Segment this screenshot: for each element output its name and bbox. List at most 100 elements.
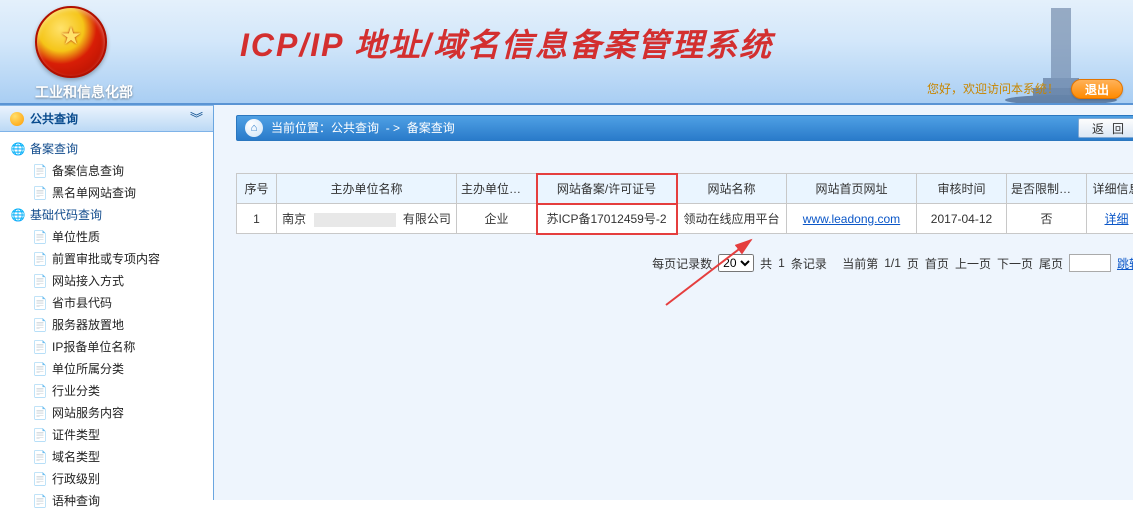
tree-item-label: IP报备单位名称: [52, 336, 135, 358]
tree-item-label: 前置审批或专项内容: [52, 248, 160, 270]
page-icon: 📄: [32, 424, 48, 446]
th-sponsor-type: 主办单位性质: [457, 174, 537, 204]
next-page-link[interactable]: 下一页: [997, 255, 1033, 272]
page-icon: 📄: [32, 468, 48, 490]
breadcrumb-bar: ⌂ 当前位置： 公共查询 - > 备案查询 返回: [236, 115, 1133, 141]
th-detail: 详细信息: [1087, 174, 1133, 204]
sidebar-section-title: 公共查询: [30, 106, 78, 132]
page-icon: 📄: [32, 226, 48, 248]
sidebar-section-header[interactable]: 公共查询 ︾: [0, 106, 213, 132]
per-page-select[interactable]: 20: [718, 254, 754, 272]
national-emblem-icon: [35, 6, 107, 78]
th-review-time: 审核时间: [917, 174, 1007, 204]
th-sponsor: 主办单位名称: [277, 174, 457, 204]
globe-icon: 🌐: [10, 138, 26, 160]
sidebar-tree: 🌐 备案查询 📄 备案信息查询 📄 黑名单网站查询 🌐 基础代码查询 📄单位性质…: [0, 132, 213, 522]
tree-item-label: 服务器放置地: [52, 314, 124, 336]
tree-item-label: 网站服务内容: [52, 402, 124, 424]
th-seq: 序号: [237, 174, 277, 204]
th-site-url: 网站首页网址: [787, 174, 917, 204]
tree-item-blacklist-query[interactable]: 📄 黑名单网站查询: [10, 182, 209, 204]
cell-sponsor-suffix: 有限公司: [403, 212, 451, 226]
page-prefix: 当前第: [842, 255, 878, 272]
jump-link[interactable]: 跳转: [1117, 255, 1133, 272]
breadcrumb-part1: 公共查询: [331, 115, 379, 141]
th-license: 网站备案/许可证号: [537, 174, 677, 204]
tree-item-service-content[interactable]: 📄网站服务内容: [10, 402, 209, 424]
tree-item-label: 行政级别: [52, 468, 100, 490]
tree-group-basic-code-query[interactable]: 🌐 基础代码查询: [10, 204, 209, 226]
tree-item-cert-type[interactable]: 📄证件类型: [10, 424, 209, 446]
page-icon: 📄: [32, 270, 48, 292]
results-table-wrap: 序号 主办单位名称 主办单位性质 网站备案/许可证号 网站名称 网站首页网址 审…: [236, 173, 1133, 234]
page-header: 工业和信息化部 ICP/IP 地址/域名信息备案管理系统 您好，欢迎访问本系统！…: [0, 0, 1133, 105]
cell-sponsor: 南京 有限公司: [277, 204, 457, 234]
total-count: 1: [778, 256, 785, 270]
home-icon[interactable]: ⌂: [245, 119, 263, 137]
page-icon: 📄: [32, 358, 48, 380]
cell-site-name: 领动在线应用平台: [677, 204, 787, 234]
total-prefix: 共: [760, 255, 772, 272]
page-icon: 📄: [32, 314, 48, 336]
pagination-bar: 每页记录数 20 共 1 条记录 当前第 1/1 页 首页 上一页 下一页 尾页…: [236, 250, 1133, 276]
th-site-name: 网站名称: [677, 174, 787, 204]
tree-group-label: 备案查询: [30, 138, 78, 160]
prev-page-link[interactable]: 上一页: [955, 255, 991, 272]
ministry-label: 工业和信息化部: [35, 82, 133, 102]
cell-limited: 否: [1007, 204, 1087, 234]
cell-sponsor-prefix: 南京: [282, 212, 306, 226]
tree-item-label: 域名类型: [52, 446, 100, 468]
page-suffix: 页: [907, 255, 919, 272]
breadcrumb-prefix: 当前位置：: [271, 115, 331, 141]
cell-seq: 1: [237, 204, 277, 234]
tree-item-label: 行业分类: [52, 380, 100, 402]
cell-detail: 详细: [1087, 204, 1133, 234]
page-icon: 📄: [32, 380, 48, 402]
detail-link[interactable]: 详细: [1104, 212, 1128, 226]
globe-icon: 🌐: [10, 204, 26, 226]
goto-page-input[interactable]: [1069, 254, 1111, 272]
breadcrumb-part2: 备案查询: [407, 115, 455, 141]
cell-sponsor-type: 企业: [457, 204, 537, 234]
tree-item-domain-type[interactable]: 📄域名类型: [10, 446, 209, 468]
tree-item-unit-category[interactable]: 📄单位所属分类: [10, 358, 209, 380]
per-page-prefix: 每页记录数: [652, 255, 712, 272]
tree-item-label: 语种查询: [52, 490, 100, 512]
tree-item-label: 省市县代码: [52, 292, 112, 314]
cell-license: 苏ICP备17012459号-2: [537, 204, 677, 234]
exit-button[interactable]: 退出: [1071, 79, 1123, 99]
th-limited: 是否限制接入: [1007, 174, 1087, 204]
tree-item-access-mode[interactable]: 📄网站接入方式: [10, 270, 209, 292]
tree-item-industry[interactable]: 📄行业分类: [10, 380, 209, 402]
results-table: 序号 主办单位名称 主办单位性质 网站备案/许可证号 网站名称 网站首页网址 审…: [236, 173, 1133, 234]
site-url-link[interactable]: www.leadong.com: [803, 212, 900, 226]
tree-item-unit-nature[interactable]: 📄单位性质: [10, 226, 209, 248]
page-value: 1/1: [884, 256, 901, 270]
tree-item-record-info-query[interactable]: 📄 备案信息查询: [10, 160, 209, 182]
chevron-down-icon: ︾: [190, 106, 203, 132]
page-icon: 📄: [32, 292, 48, 314]
tree-item-language[interactable]: 📄语种查询: [10, 490, 209, 512]
tree-item-ip-report-unit[interactable]: 📄IP报备单位名称: [10, 336, 209, 358]
welcome-text: 您好，欢迎访问本系统！: [927, 80, 1059, 97]
page-icon: 📄: [32, 182, 48, 204]
tree-item-region-code[interactable]: 📄省市县代码: [10, 292, 209, 314]
system-title: ICP/IP 地址/域名信息备案管理系统: [240, 20, 773, 66]
main-content: ⌂ 当前位置： 公共查询 - > 备案查询 返回 序号 主办单位名称 主办单位性…: [214, 105, 1133, 500]
tree-item-preapproval[interactable]: 📄前置审批或专项内容: [10, 248, 209, 270]
page-icon: 📄: [32, 248, 48, 270]
last-page-link[interactable]: 尾页: [1039, 255, 1063, 272]
breadcrumb-sep: - >: [379, 115, 407, 141]
page-icon: 📄: [32, 160, 48, 182]
sidebar: 公共查询 ︾ 🌐 备案查询 📄 备案信息查询 📄 黑名单网站查询 🌐 基础代码查…: [0, 105, 214, 500]
cell-sponsor-redacted: [314, 213, 396, 227]
tree-item-label: 网站接入方式: [52, 270, 124, 292]
tree-group-record-query[interactable]: 🌐 备案查询: [10, 138, 209, 160]
table-row: 1 南京 有限公司 企业 苏ICP备17012459号-2 领动在线应用平台 w…: [237, 204, 1133, 234]
tree-item-server-location[interactable]: 📄服务器放置地: [10, 314, 209, 336]
back-button[interactable]: 返回: [1078, 118, 1133, 138]
tree-item-admin-level[interactable]: 📄行政级别: [10, 468, 209, 490]
tree-item-label: 黑名单网站查询: [52, 182, 136, 204]
ministry-emblem-block: 工业和信息化部: [35, 6, 133, 102]
first-page-link[interactable]: 首页: [925, 255, 949, 272]
